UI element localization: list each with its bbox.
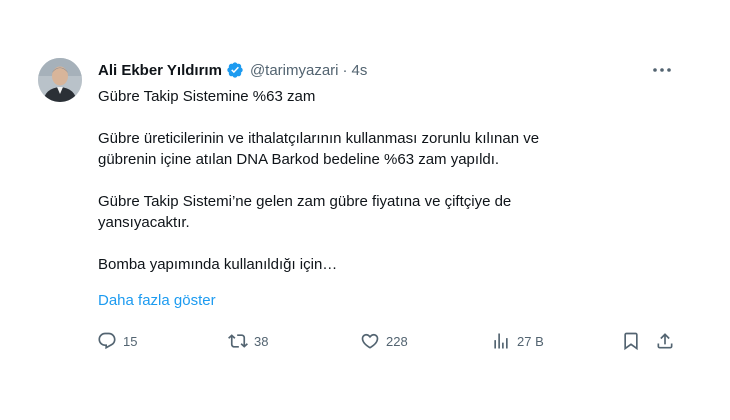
avatar[interactable] bbox=[38, 58, 82, 102]
timestamp[interactable]: 4s bbox=[352, 62, 368, 79]
retweet-icon bbox=[228, 331, 248, 351]
views-button[interactable]: 27 B bbox=[491, 328, 544, 354]
author-handle[interactable]: @tarimyazari bbox=[250, 62, 339, 79]
tweet-line: gübrenin içine atılan DNA Barkod bedelin… bbox=[98, 151, 500, 168]
bookmark-icon bbox=[621, 331, 641, 351]
author-name[interactable]: Ali Ekber Yıldırım bbox=[98, 62, 222, 79]
tweet-paragraph: Gübre Takip Sistemi’ne gelen zam gübre f… bbox=[98, 191, 658, 233]
reply-count: 15 bbox=[123, 333, 138, 349]
bookmark-button[interactable] bbox=[621, 328, 641, 354]
verified-icon bbox=[226, 61, 244, 79]
retweet-count: 38 bbox=[254, 333, 269, 349]
tweet-line: yansıyacaktır. bbox=[98, 214, 190, 231]
like-button[interactable]: 228 bbox=[360, 328, 408, 354]
more-icon[interactable] bbox=[650, 60, 674, 80]
separator-dot: · bbox=[342, 61, 348, 79]
tweet-paragraph: Gübre üreticilerinin ve ithalatçılarının… bbox=[98, 128, 658, 170]
share-icon bbox=[655, 331, 675, 351]
like-icon bbox=[360, 331, 380, 351]
show-more-link[interactable]: Daha fazla göster bbox=[98, 292, 216, 309]
share-button[interactable] bbox=[655, 328, 675, 354]
views-icon bbox=[491, 331, 511, 351]
tweet: Ali Ekber Yıldırım @tarimyazari · 4s Güb… bbox=[0, 0, 730, 420]
reply-button[interactable]: 15 bbox=[97, 328, 137, 354]
tweet-line: Gübre üreticilerinin ve ithalatçılarının… bbox=[98, 130, 540, 147]
views-count: 27 B bbox=[517, 333, 544, 349]
retweet-button[interactable]: 38 bbox=[228, 328, 268, 354]
tweet-line: Gübre Takip Sistemi’ne gelen zam gübre f… bbox=[98, 193, 512, 210]
action-bar: 15 38 228 27 B bbox=[0, 328, 730, 356]
tweet-paragraph: Gübre Takip Sistemine %63 zam bbox=[98, 86, 658, 107]
reply-icon bbox=[97, 331, 117, 351]
tweet-paragraph: Bomba yapımında kullanıldığı için… bbox=[98, 254, 658, 275]
tweet-line: Gübre Takip Sistemine %63 zam bbox=[98, 88, 316, 105]
tweet-line: Bomba yapımında kullanıldığı için… bbox=[98, 256, 338, 273]
tweet-text: Gübre Takip Sistemine %63 zam Gübre üret… bbox=[98, 86, 658, 275]
tweet-header: Ali Ekber Yıldırım @tarimyazari · 4s bbox=[98, 58, 367, 82]
like-count: 228 bbox=[386, 333, 408, 349]
